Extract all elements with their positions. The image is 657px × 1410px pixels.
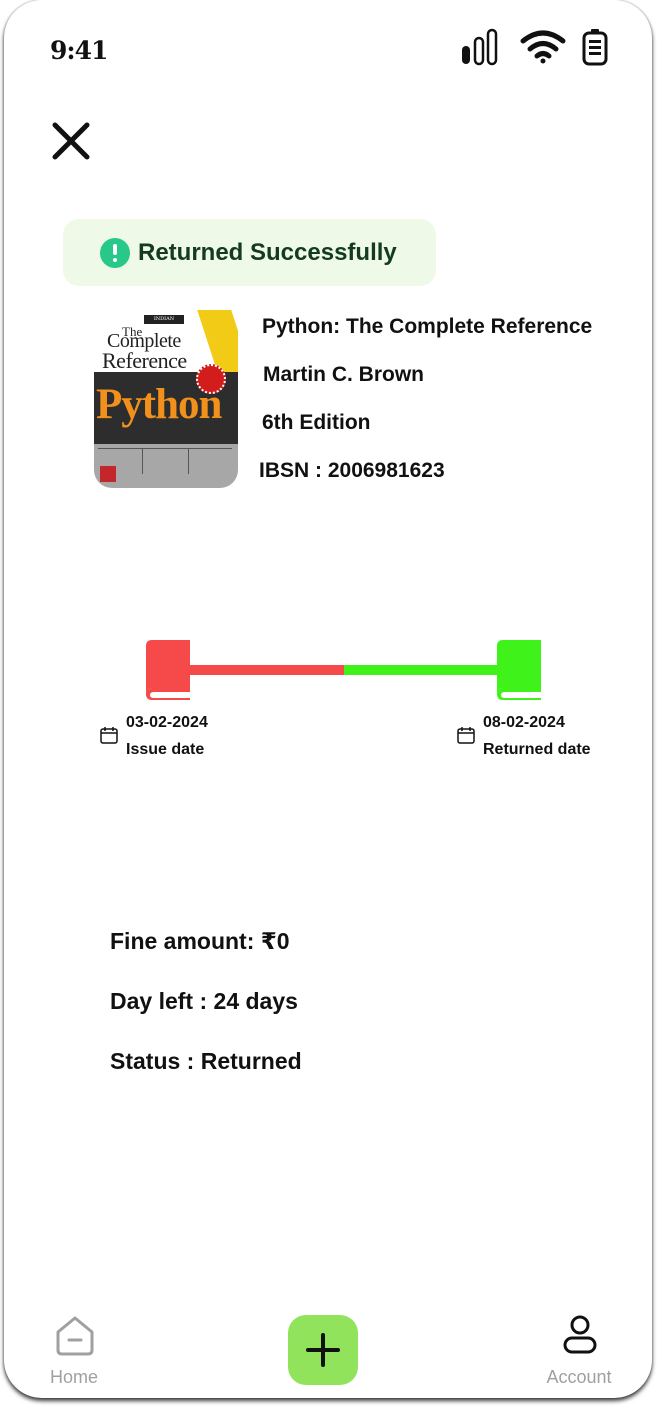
nav-account-label: Account (546, 1367, 612, 1387)
calendar-icon (457, 727, 475, 744)
days-left: Day left : 24 days (110, 988, 298, 1014)
phone-frame: 9:41 Returned Successfully INDIAN EDITIO… (4, 0, 652, 1398)
book-cover: INDIAN EDITION The Complete Reference Py… (94, 310, 238, 488)
toast-message: Returned Successfully (138, 238, 397, 266)
book-edition: 6th Edition (262, 411, 371, 434)
timeline-issued-segment (184, 665, 344, 675)
nav-home[interactable]: Home (34, 1312, 114, 1387)
book-title: Python: The Complete Reference (262, 315, 593, 338)
signal-icon (462, 28, 498, 66)
wifi-icon (520, 30, 566, 64)
book-isbn: IBSN : 2006981623 (259, 459, 445, 482)
book-author: Martin C. Brown (263, 363, 424, 386)
plus-icon (306, 1333, 340, 1367)
timeline-returned-segment (344, 665, 504, 675)
nav-home-label: Home (49, 1367, 98, 1387)
issue-date-value: 03-02-2024 (126, 714, 208, 731)
alert-icon (100, 237, 130, 268)
nav-account[interactable]: Account (534, 1312, 624, 1387)
fine-amount: Fine amount: ₹0 (110, 928, 290, 954)
add-button[interactable] (288, 1315, 358, 1385)
success-toast: Returned Successfully (63, 219, 436, 286)
status-time: 9:41 (50, 36, 108, 65)
calendar-icon (100, 727, 118, 744)
account-icon (563, 1315, 597, 1354)
battery-icon (582, 29, 608, 66)
status-text: Status : Returned (110, 1048, 302, 1074)
issue-date-label: Issue date (126, 741, 205, 758)
home-icon (56, 1316, 94, 1356)
returned-date-value: 08-02-2024 (483, 714, 565, 731)
cover-line-3: Reference (102, 348, 187, 373)
close-icon[interactable] (50, 120, 92, 162)
returned-date-label: Returned date (483, 741, 591, 758)
returned-book-icon (497, 640, 541, 700)
publisher-logo (100, 466, 116, 482)
cover-edition-tag: INDIAN EDITION (144, 315, 184, 331)
cover-title: Python (96, 381, 222, 428)
issued-book-icon (146, 640, 190, 700)
